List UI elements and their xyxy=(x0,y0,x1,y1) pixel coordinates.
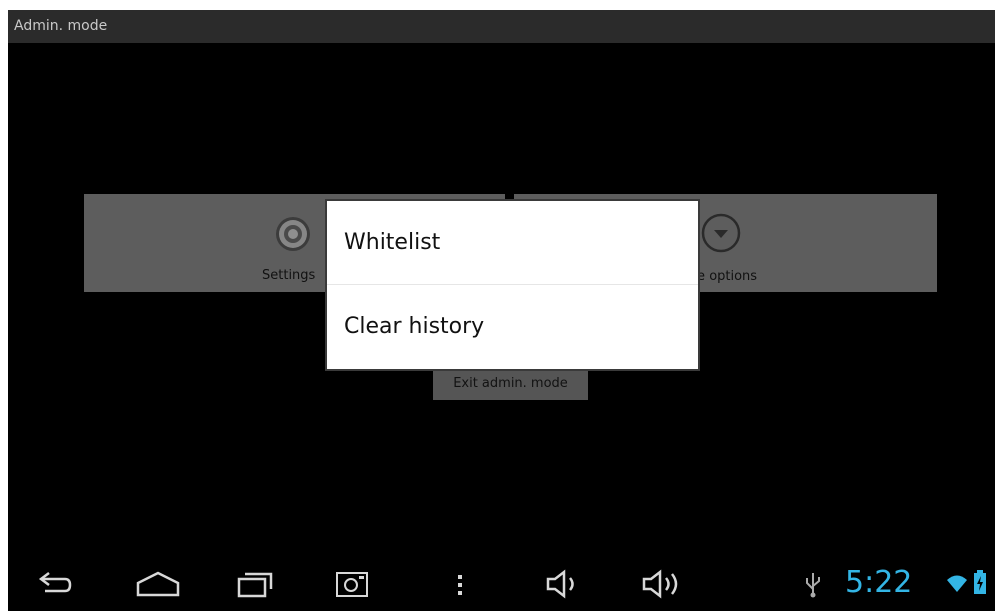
recent-apps-icon[interactable] xyxy=(235,569,275,603)
wifi-icon xyxy=(946,574,968,598)
battery-icon xyxy=(974,570,986,598)
app-title: Admin. mode xyxy=(14,18,108,34)
screen: Admin. mode Settings re options Exit adm… xyxy=(8,10,995,611)
usb-icon xyxy=(804,571,822,603)
menu-item-label: Whitelist xyxy=(344,230,441,255)
menu-item-label: Clear history xyxy=(344,314,485,339)
volume-down-icon[interactable] xyxy=(545,569,585,603)
menu-item-clear-history[interactable]: Clear history xyxy=(327,285,698,368)
settings-icon xyxy=(274,215,312,257)
menu-icon[interactable] xyxy=(454,569,468,603)
navigation-bar: 5:22 xyxy=(8,556,995,611)
settings-label: Settings xyxy=(262,268,316,283)
menu-item-whitelist[interactable]: Whitelist xyxy=(327,201,698,284)
more-options-label: re options xyxy=(692,269,758,284)
status-clock: 5:22 xyxy=(845,565,913,600)
home-icon[interactable] xyxy=(135,569,181,603)
volume-up-icon[interactable] xyxy=(641,569,685,603)
popup-menu: Whitelist Clear history xyxy=(327,201,698,369)
exit-admin-mode-button[interactable]: Exit admin. mode xyxy=(433,368,588,400)
chevron-down-circle-icon xyxy=(700,212,742,258)
back-icon[interactable] xyxy=(35,569,73,603)
title-bar: Admin. mode xyxy=(8,10,995,43)
screenshot-icon[interactable] xyxy=(334,569,370,603)
